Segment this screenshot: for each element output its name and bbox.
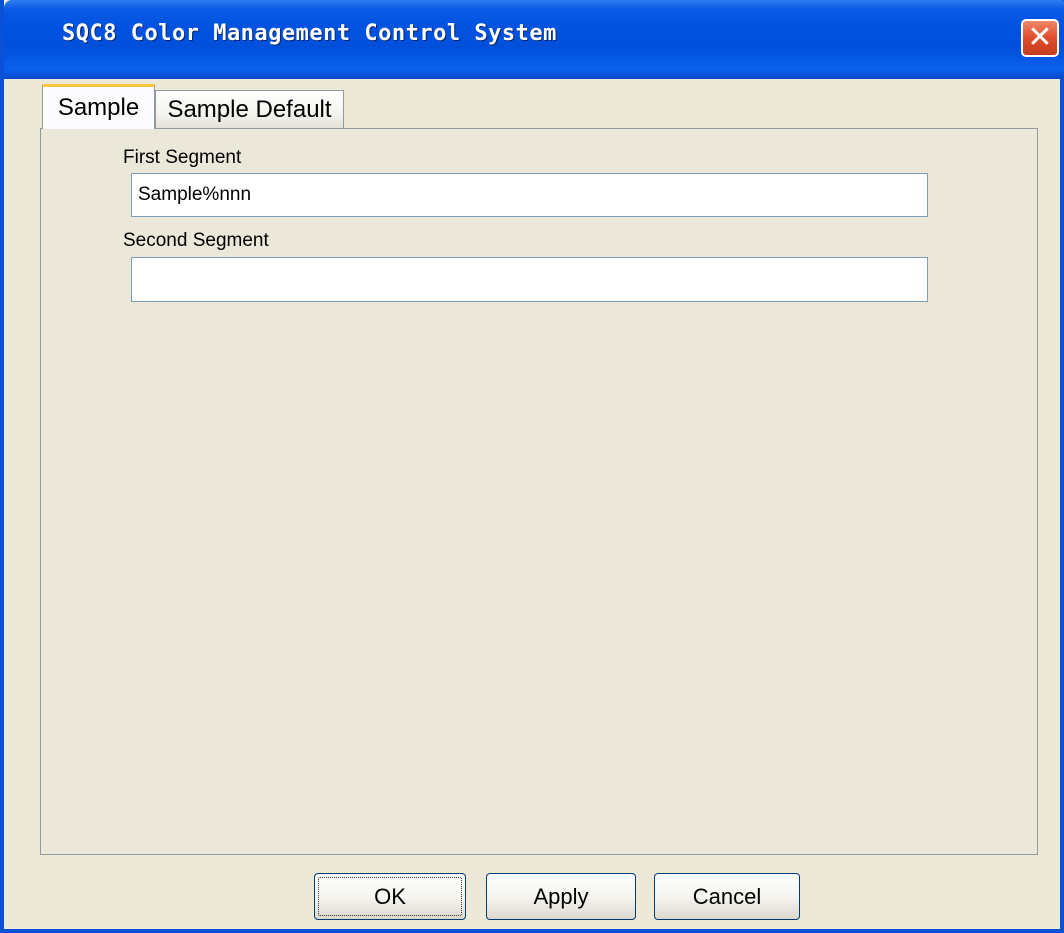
tab-sample[interactable]: Sample	[42, 84, 155, 129]
window-title: SQC8 Color Management Control System	[62, 21, 557, 46]
tab-sample-default[interactable]: Sample Default	[155, 90, 344, 129]
title-bar[interactable]: SQC8 Color Management Control System ✕	[4, 0, 1064, 79]
cancel-button-label: Cancel	[692, 883, 762, 909]
second-segment-input[interactable]	[131, 257, 928, 302]
ok-button[interactable]: OK	[314, 873, 466, 920]
close-button[interactable]: ✕	[1021, 19, 1059, 57]
focus-ring	[318, 877, 462, 916]
cancel-button[interactable]: Cancel	[654, 873, 800, 920]
tab-panel-sample: First Segment Sample%nnn Second Segment	[40, 128, 1038, 855]
first-segment-label: First Segment	[123, 147, 242, 168]
tab-sample-label: Sample	[57, 94, 140, 121]
apply-button-label: Apply	[533, 883, 589, 909]
close-icon: ✕	[1027, 21, 1053, 54]
second-segment-label: Second Segment	[123, 230, 269, 251]
dialog-window: SQC8 Color Management Control System ✕ S…	[0, 0, 1064, 933]
first-segment-input[interactable]: Sample%nnn	[131, 173, 928, 217]
tab-sample-default-label: Sample Default	[167, 96, 332, 123]
apply-button[interactable]: Apply	[486, 873, 636, 920]
